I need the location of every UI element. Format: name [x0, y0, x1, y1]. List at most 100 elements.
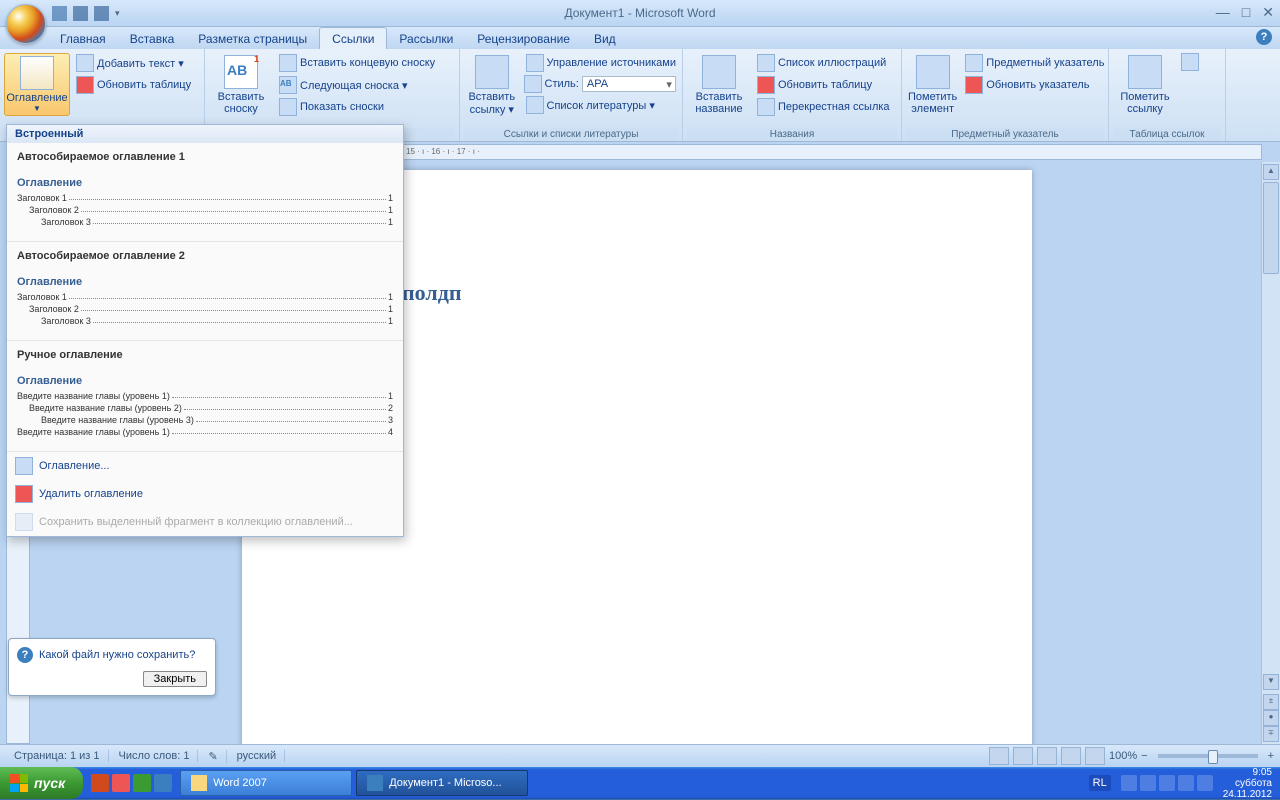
undo-icon[interactable] — [73, 6, 88, 21]
help-icon[interactable]: ? — [1256, 29, 1272, 45]
toc-template-manual[interactable]: Ручное оглавление Оглавление Введите наз… — [7, 341, 403, 452]
style-value[interactable]: APA — [582, 76, 676, 92]
citation-style-dropdown[interactable]: Стиль:APA — [524, 75, 678, 93]
ql-icon-3[interactable] — [133, 774, 151, 792]
manage-sources-icon — [526, 54, 544, 72]
next-footnote-button[interactable]: ABСледующая сноска ▾ — [277, 75, 437, 95]
tray-icon[interactable] — [1159, 775, 1175, 791]
page-status[interactable]: Страница: 1 из 1 — [6, 750, 109, 762]
window-title: Документ1 - Microsoft Word — [564, 6, 715, 20]
insert-index-icon — [965, 54, 983, 72]
toa-icon[interactable] — [1181, 53, 1199, 71]
taskbar-item-folder[interactable]: Word 2007 — [180, 770, 352, 796]
mark-index-label: Пометить элемент — [908, 91, 957, 115]
update-figures-button[interactable]: Обновить таблицу — [755, 75, 892, 95]
mark-index-icon — [916, 55, 950, 89]
save-toc-command: Сохранить выделенный фрагмент в коллекци… — [7, 508, 403, 536]
toc-template-auto1[interactable]: Автособираемое оглавление 1 Оглавление З… — [7, 143, 403, 242]
tab-references[interactable]: Ссылки — [319, 27, 387, 49]
scroll-down-icon[interactable]: ▼ — [1263, 674, 1279, 690]
ql-icon-1[interactable] — [91, 774, 109, 792]
vertical-scrollbar[interactable]: ▲ ▼ ± ● ∓ — [1261, 162, 1280, 744]
add-text-button[interactable]: Добавить текст ▾ — [74, 53, 193, 73]
language-status[interactable]: русский — [229, 750, 285, 762]
remove-toc-label: Удалить оглавление — [39, 488, 143, 500]
close-bubble-button[interactable]: Закрыть — [143, 671, 207, 687]
insert-index-label: Предметный указатель — [986, 57, 1104, 69]
insert-caption-button[interactable]: Вставить название — [687, 53, 751, 117]
toc-button[interactable]: Оглавление ▼ — [4, 53, 70, 116]
browse-object-icon[interactable]: ● — [1263, 710, 1279, 726]
update-toc-button[interactable]: Обновить таблицу — [74, 75, 193, 95]
show-footnotes-button[interactable]: Показать сноски — [277, 97, 437, 117]
close-button[interactable]: ✕ — [1262, 4, 1274, 21]
manage-sources-button[interactable]: Управление источниками — [524, 53, 678, 73]
full-screen-view-icon[interactable] — [1013, 747, 1033, 765]
tab-view[interactable]: Вид — [582, 28, 628, 49]
insert-caption-label: Вставить название — [689, 91, 749, 115]
figures-list-label: Список иллюстраций — [778, 57, 886, 69]
add-text-label: Добавить текст ▾ — [97, 57, 184, 70]
proofing-icon[interactable]: ✎ — [200, 750, 226, 763]
bibliography-button[interactable]: Список литературы ▾ — [524, 95, 678, 115]
tray-icon[interactable] — [1178, 775, 1194, 791]
zoom-level[interactable]: 100% — [1109, 750, 1137, 762]
save-icon[interactable] — [52, 6, 67, 21]
scroll-up-icon[interactable]: ▲ — [1263, 164, 1279, 180]
citation-icon — [475, 55, 509, 89]
update-index-button[interactable]: Обновить указатель — [963, 75, 1106, 95]
tray-icon[interactable] — [1140, 775, 1156, 791]
maximize-button[interactable]: □ — [1242, 4, 1250, 21]
outline-view-icon[interactable] — [1061, 747, 1081, 765]
ql-icon-2[interactable] — [112, 774, 130, 792]
insert-footnote-button[interactable]: 1AB Вставить сноску — [209, 53, 273, 117]
toc-icon — [20, 56, 54, 90]
tab-home[interactable]: Главная — [48, 28, 118, 49]
group-captions-label: Названия — [687, 128, 897, 141]
tab-insert[interactable]: Вставка — [118, 28, 187, 49]
print-layout-view-icon[interactable] — [989, 747, 1009, 765]
tray-icon[interactable] — [1121, 775, 1137, 791]
quick-launch — [91, 774, 172, 792]
windows-logo-icon — [10, 774, 28, 792]
zoom-out-icon[interactable]: − — [1141, 750, 1147, 762]
insert-index-button[interactable]: Предметный указатель — [963, 53, 1106, 73]
language-indicator[interactable]: RL — [1089, 775, 1111, 791]
toc-line: Заголовок 31 — [17, 217, 393, 227]
quick-access-toolbar: ▾ — [52, 6, 120, 21]
document-heading[interactable]: длоплополдп — [332, 280, 942, 306]
start-button[interactable]: пуск — [0, 767, 83, 799]
insert-citation-button[interactable]: Вставить ссылку ▾ — [464, 53, 520, 118]
cross-reference-button[interactable]: Перекрестная ссылка — [755, 97, 892, 117]
next-page-icon[interactable]: ∓ — [1263, 726, 1279, 742]
insert-endnote-button[interactable]: Вставить концевую сноску — [277, 53, 437, 73]
show-footnotes-label: Показать сноски — [300, 101, 384, 113]
word-count[interactable]: Число слов: 1 — [111, 750, 199, 762]
table-of-figures-button[interactable]: Список иллюстраций — [755, 53, 892, 73]
endnote-label: Вставить концевую сноску — [300, 57, 435, 69]
zoom-in-icon[interactable]: + — [1268, 750, 1274, 762]
tab-layout[interactable]: Разметка страницы — [186, 28, 319, 49]
minimize-button[interactable]: — — [1216, 4, 1230, 21]
insert-toc-command[interactable]: Оглавление... — [7, 452, 403, 480]
draft-view-icon[interactable] — [1085, 747, 1105, 765]
mark-index-entry-button[interactable]: Пометить элемент — [906, 53, 959, 117]
update-figures-label: Обновить таблицу — [778, 79, 872, 91]
web-layout-view-icon[interactable] — [1037, 747, 1057, 765]
ql-icon-4[interactable] — [154, 774, 172, 792]
redo-icon[interactable] — [94, 6, 109, 21]
remove-toc-command[interactable]: Удалить оглавление — [7, 480, 403, 508]
tab-mailings[interactable]: Рассылки — [387, 28, 465, 49]
tab-review[interactable]: Рецензирование — [465, 28, 582, 49]
office-button[interactable] — [6, 4, 46, 44]
show-footnotes-icon — [279, 98, 297, 116]
zoom-slider[interactable] — [1158, 754, 1258, 758]
toc-template-auto2[interactable]: Автособираемое оглавление 2 Оглавление З… — [7, 242, 403, 341]
qat-more-icon[interactable]: ▾ — [115, 8, 120, 19]
prev-page-icon[interactable]: ± — [1263, 694, 1279, 710]
taskbar-item-word[interactable]: Документ1 - Microso... — [356, 770, 528, 796]
mark-citation-button[interactable]: Пометить ссылку — [1113, 53, 1177, 117]
clock[interactable]: 9:05 суббота 24.11.2012 — [1223, 767, 1272, 800]
tray-icon[interactable] — [1197, 775, 1213, 791]
scroll-thumb[interactable] — [1263, 182, 1279, 274]
